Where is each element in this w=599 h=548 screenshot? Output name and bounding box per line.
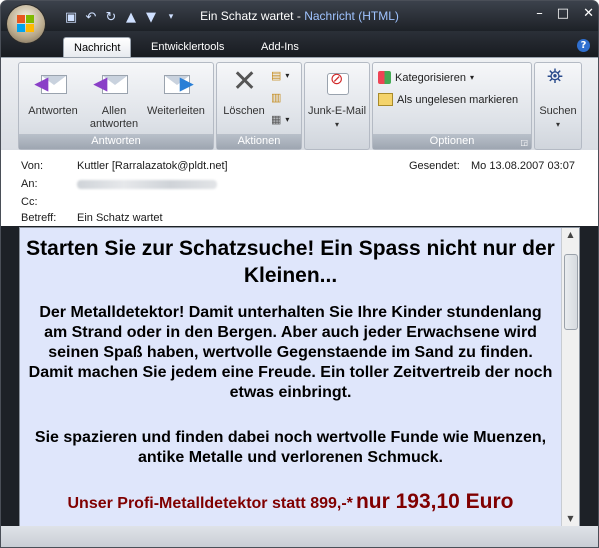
ribbon: ◀ Antworten ◀ Allen antworten ▶ Weiterle… (1, 57, 598, 151)
cc-label: Cc: (21, 196, 38, 208)
minimize-icon[interactable]: – (536, 6, 543, 21)
mark-unread-button[interactable]: Als ungelesen markieren (378, 93, 518, 106)
tab-nachricht[interactable]: Nachricht (63, 37, 132, 58)
title-app: Nachricht (HTML) (304, 9, 399, 23)
body-heading: Starten Sie zur Schatzsuche! Ein Spass n… (26, 237, 555, 287)
group-aktionen: ✕ Löschen ▤ ▾ ▥ ▦ ▾ Aktionen (216, 62, 302, 150)
scroll-down-icon[interactable]: ▼ (562, 512, 579, 526)
offer-price: nur 193,10 Euro (355, 490, 514, 513)
title-subject: Ein Schatz wartet (200, 9, 294, 23)
office-button[interactable] (7, 5, 45, 43)
reply-all-icon: ◀ (94, 67, 130, 99)
from-value[interactable]: Kuttler [Rarralazatok@pldt.net] (77, 160, 228, 172)
message-body: Starten Sie zur Schatzsuche! Ein Spass n… (19, 227, 580, 527)
categorize-button[interactable]: Kategorisieren ▾ (378, 71, 474, 84)
delete-button[interactable]: ✕ Löschen (219, 67, 269, 118)
to-value-redacted (77, 178, 217, 190)
body-paragraph-1: Der Metalldetektor! Damit unterhalten Si… (28, 304, 553, 401)
sent-value: Mo 13.08.2007 03:07 (471, 160, 575, 172)
group-label-antworten: Antworten (19, 134, 213, 149)
message-window: ▣ ↶ ↻ ▲ ▼ ▾ Ein Schatz wartet - Nachrich… (0, 0, 599, 548)
reply-button[interactable]: ◀ Antworten (23, 67, 83, 118)
title-bar: ▣ ↶ ↻ ▲ ▼ ▾ Ein Schatz wartet - Nachrich… (1, 1, 598, 43)
binoculars-icon: ⛯ (547, 66, 563, 88)
junk-mail-icon: ⊘ (321, 67, 353, 99)
group-suchen: ⛯ Suchen ▾ (534, 62, 582, 150)
window-title: Ein Schatz wartet - Nachricht (HTML) (1, 9, 598, 23)
dialog-launcher-icon[interactable]: ◲ (520, 138, 528, 147)
vertical-scrollbar[interactable]: ▲ ▼ (561, 228, 579, 526)
ribbon-tabs: Nachricht Entwicklertools Add-Ins ? (1, 31, 598, 58)
move-folder-button[interactable]: ▤ ▾ (271, 69, 289, 82)
move-folder-icon: ▤ (271, 70, 282, 82)
rules-icon: ▥ (271, 92, 282, 104)
subject-label: Betreff: (21, 212, 57, 224)
search-button[interactable]: ⛯ Suchen ▾ (535, 67, 581, 131)
offer-prefix: Unser Profi-Metalldetektor statt 899,-* (67, 495, 353, 512)
help-icon[interactable]: ? (577, 39, 590, 52)
office-logo-icon (17, 15, 35, 33)
to-label: An: (21, 178, 38, 190)
mark-unread-icon (378, 93, 393, 106)
tab-add-ins[interactable]: Add-Ins (261, 37, 299, 57)
rules-button[interactable]: ▥ (271, 91, 281, 104)
title-separator: - (296, 9, 301, 23)
other-actions-button[interactable]: ▦ ▾ (271, 113, 289, 126)
scroll-up-icon[interactable]: ▲ (562, 228, 579, 242)
reply-all-button[interactable]: ◀ Allen antworten (87, 67, 141, 131)
group-label-aktionen: Aktionen (217, 134, 301, 149)
reply-icon: ◀ (35, 67, 69, 99)
scroll-thumb[interactable] (564, 254, 578, 330)
delete-x-icon: ✕ (232, 65, 258, 98)
subject-value: Ein Schatz wartet (77, 212, 163, 224)
tab-entwicklertools[interactable]: Entwicklertools (151, 37, 224, 57)
forward-button[interactable]: ▶ Weiterleiten (143, 67, 209, 118)
group-optionen: Kategorisieren ▾ Als ungelesen markieren … (372, 62, 532, 150)
categorize-icon (378, 71, 391, 84)
group-junk: ⊘ Junk-E-Mail ▾ (304, 62, 370, 150)
sent-label: Gesendet: (409, 160, 460, 172)
window-bottom-border (1, 526, 598, 547)
junk-button[interactable]: ⊘ Junk-E-Mail ▾ (307, 67, 367, 131)
maximize-icon[interactable]: □ (557, 6, 569, 21)
group-antworten: ◀ Antworten ◀ Allen antworten ▶ Weiterle… (18, 62, 214, 150)
close-icon[interactable]: ✕ (583, 6, 594, 21)
message-header: Von: Kuttler [Rarralazatok@pldt.net] Ges… (1, 150, 598, 226)
from-label: Von: (21, 160, 44, 172)
other-actions-icon: ▦ (271, 114, 282, 126)
message-content: Starten Sie zur Schatzsuche! Ein Spass n… (20, 228, 561, 526)
forward-icon: ▶ (160, 67, 193, 99)
window-controls: – □ ✕ (536, 6, 594, 21)
group-label-optionen: Optionen (373, 134, 531, 149)
offer-line: Unser Profi-Metalldetektor statt 899,-* … (26, 490, 555, 514)
body-paragraph-2: Sie spazieren und finden dabei noch wert… (34, 429, 547, 466)
